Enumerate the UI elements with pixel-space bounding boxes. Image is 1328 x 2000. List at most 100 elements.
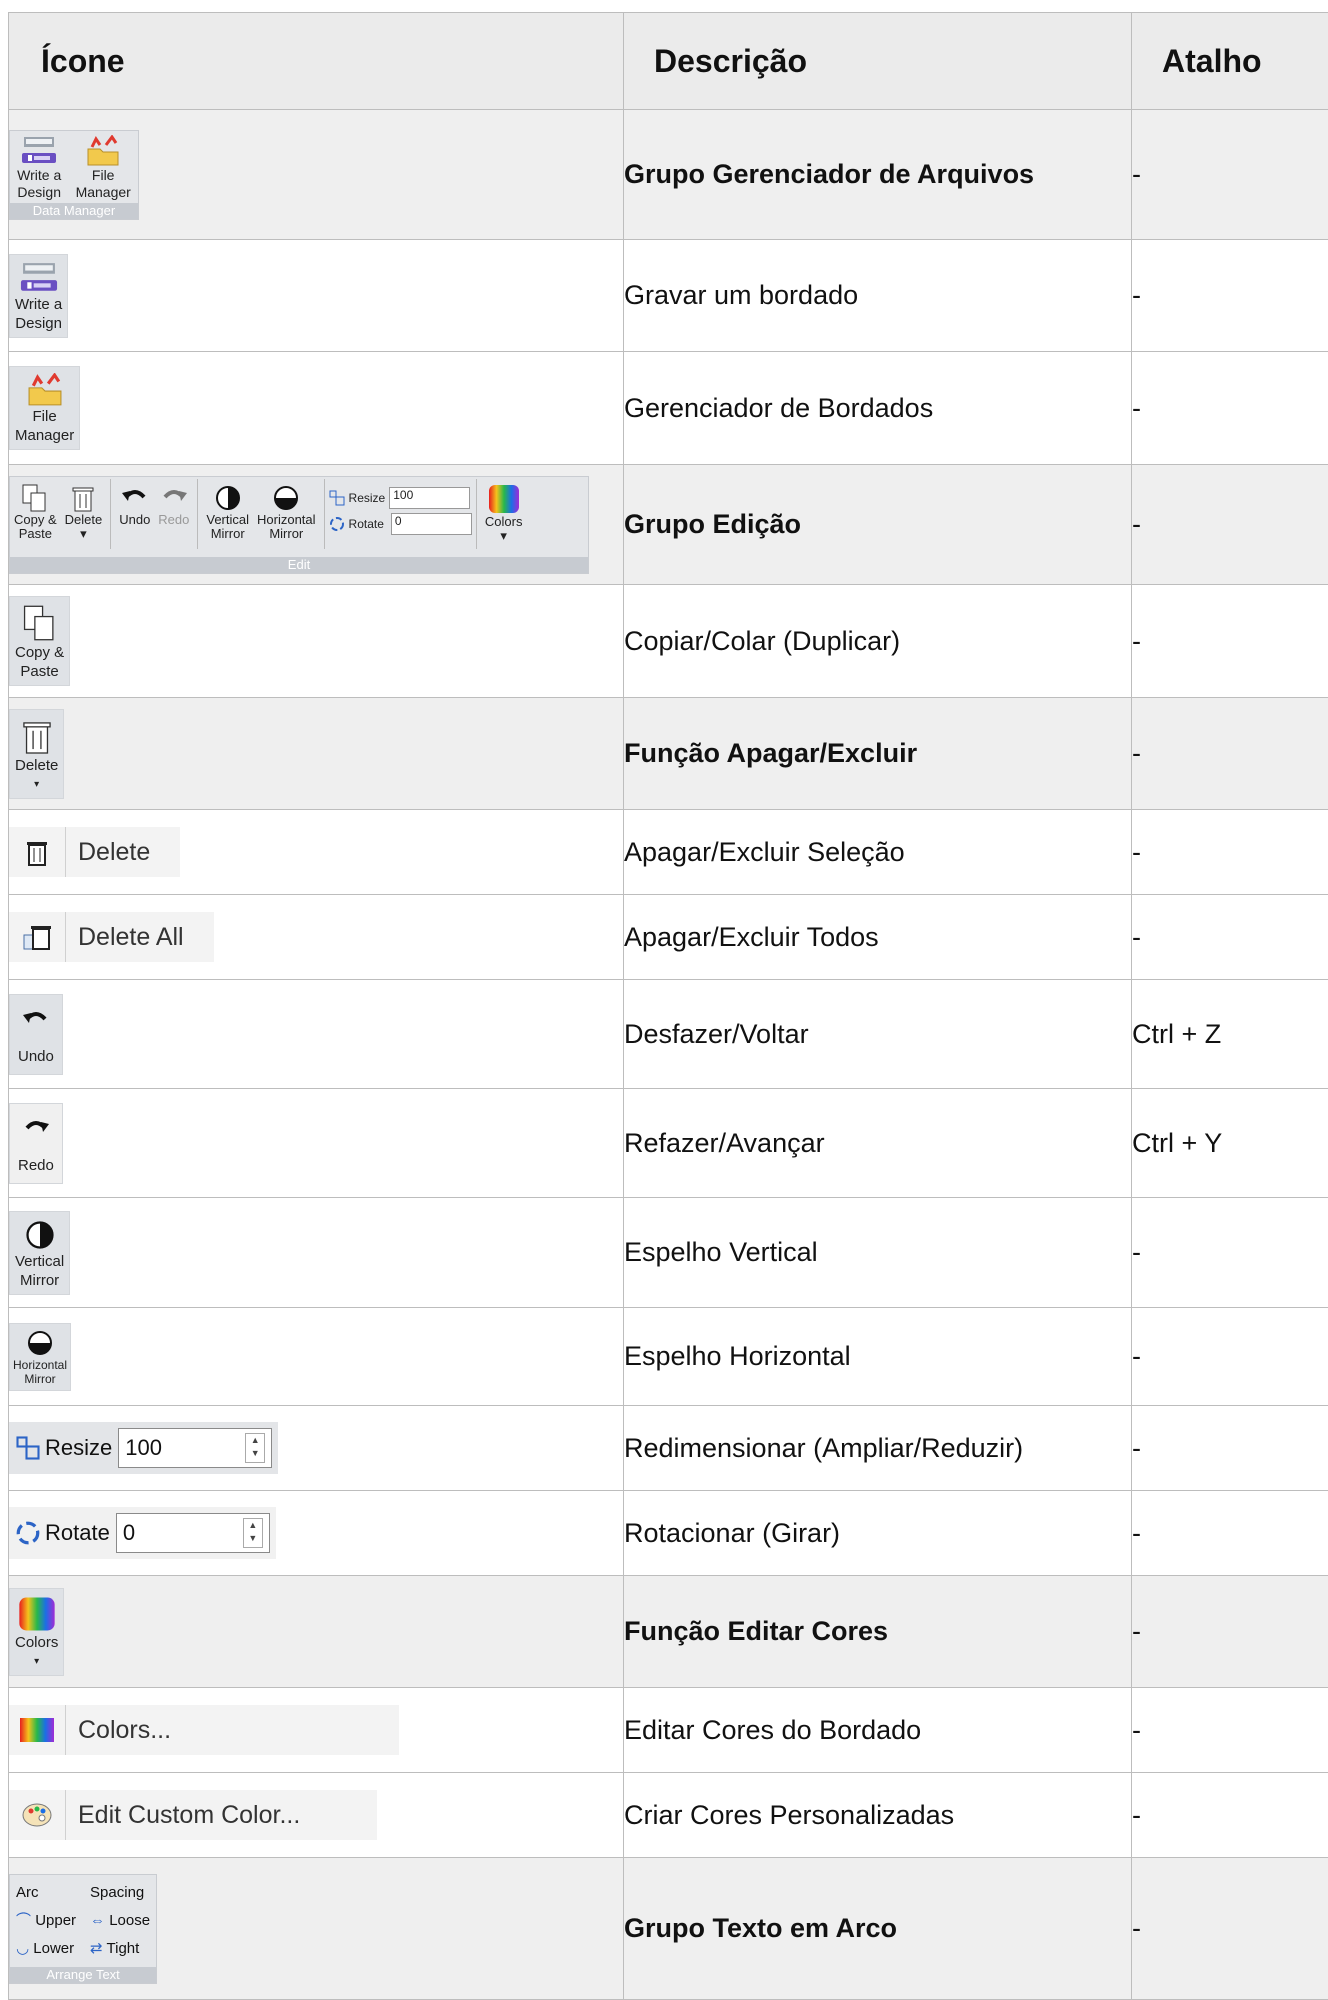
icon-cell: Arc ⌒ Upper ◡ Lower Spacing ⇔ Loose ⇄ Ti… [9, 1858, 624, 2000]
header-description: Descrição [624, 13, 1132, 110]
group-caption: Edit [10, 557, 588, 573]
shortcut-cell: - [1132, 698, 1328, 810]
colors-icon [20, 1718, 54, 1742]
rotate-input[interactable]: 0▲▼ [116, 1513, 270, 1553]
delete-button[interactable]: Delete▾ [9, 709, 64, 799]
resize-input[interactable]: 100 [389, 487, 470, 509]
vertical-mirror-button[interactable]: VerticalMirror [202, 479, 253, 543]
delete-menu-item[interactable]: Delete [9, 827, 180, 877]
shortcut-cell: - [1132, 1406, 1328, 1491]
table-row: Write aDesign FileManager Data Manager G… [9, 110, 1328, 240]
group-caption: Data Manager [10, 203, 138, 219]
description-cell: Desfazer/Voltar [624, 980, 1132, 1089]
description-cell: Apagar/Excluir Todos [624, 895, 1132, 980]
icon-cell: Rotate 0▲▼ [9, 1491, 624, 1576]
table-row: Colors... Editar Cores do Bordado - [9, 1688, 1328, 1773]
redo-button[interactable]: Redo [9, 1103, 63, 1184]
rotate-input[interactable]: 0 [391, 513, 472, 535]
table-row: Delete▾ Função Apagar/Excluir - [9, 698, 1328, 810]
shortcut-cell: - [1132, 1198, 1328, 1308]
redo-button[interactable]: Redo [154, 479, 193, 529]
icon-cell: VerticalMirror [9, 1198, 624, 1308]
icon-cell: Resize 100▲▼ [9, 1406, 624, 1491]
loose-button[interactable]: ⇔ Loose [90, 1907, 150, 1935]
tight-button[interactable]: ⇄ Tight [90, 1935, 150, 1963]
colors-button[interactable]: Colors▾ [9, 1588, 64, 1676]
resize-control[interactable]: Resize 100▲▼ [9, 1422, 278, 1474]
icon-cell: Colors... [9, 1688, 624, 1773]
icon-cell: Redo [9, 1089, 624, 1198]
horizontal-mirror-button[interactable]: HorizontalMirror [253, 479, 320, 543]
colors-menu-item[interactable]: Colors... [9, 1705, 399, 1755]
table-row: Arc ⌒ Upper ◡ Lower Spacing ⇔ Loose ⇄ Ti… [9, 1858, 1328, 2000]
shortcut-cell: - [1132, 810, 1328, 895]
table-row: FileManager Gerenciador de Bordados - [9, 352, 1328, 465]
spacing-label: Spacing [90, 1879, 150, 1907]
delete-all-menu-item[interactable]: Delete All [9, 912, 214, 962]
spacing-loose-icon: ⇔ [90, 1912, 105, 1929]
delete-button[interactable]: Delete▾ [61, 479, 107, 543]
write-a-design-button[interactable]: Write aDesign [9, 254, 68, 338]
table-header-row: Ícone Descrição Atalho [9, 13, 1328, 110]
colors-icon [487, 483, 521, 515]
icon-cell: Delete All [9, 895, 624, 980]
upper-button[interactable]: ⌒ Upper [16, 1907, 76, 1935]
copy-paste-button[interactable]: Copy &Paste [10, 479, 61, 543]
delete-all-icon [21, 921, 53, 953]
undo-button[interactable]: Undo [9, 994, 63, 1075]
folder-arrows-icon [24, 373, 66, 407]
table-row: HorizontalMirror Espelho Horizontal - [9, 1308, 1328, 1406]
colors-icon [17, 1595, 57, 1633]
colors-button[interactable]: Colors▾ [481, 479, 527, 545]
shortcut-cell: - [1132, 1773, 1328, 1858]
icon-cell: Colors▾ [9, 1576, 624, 1688]
table-row: Copy &Paste Copiar/Colar (Duplicar) - [9, 585, 1328, 698]
table-row: Rotate 0▲▼ Rotacionar (Girar) - [9, 1491, 1328, 1576]
shortcut-cell: - [1132, 110, 1328, 240]
header-icon: Ícone [9, 13, 624, 110]
rotate-control[interactable]: Rotate0 [329, 513, 472, 535]
shortcut-cell: - [1132, 1308, 1328, 1406]
trash-icon [70, 483, 96, 513]
header-shortcut: Atalho [1132, 13, 1328, 110]
vertical-mirror-icon [213, 483, 243, 513]
icon-cell: FileManager [9, 352, 624, 465]
vertical-mirror-button[interactable]: VerticalMirror [9, 1211, 70, 1295]
file-manager-button[interactable]: FileManager [9, 366, 80, 450]
resize-input[interactable]: 100▲▼ [118, 1428, 272, 1468]
undo-icon [20, 1005, 52, 1035]
resize-icon [15, 1436, 41, 1460]
spin-buttons[interactable]: ▲▼ [243, 1518, 263, 1548]
description-cell: Refazer/Avançar [624, 1089, 1132, 1198]
shortcut-cell: - [1132, 1491, 1328, 1576]
icon-cell: Write aDesign [9, 240, 624, 352]
write-design-icon [18, 261, 60, 295]
horizontal-mirror-button[interactable]: HorizontalMirror [9, 1323, 71, 1391]
description-cell: Grupo Gerenciador de Arquivos [624, 110, 1132, 240]
file-manager-button[interactable]: FileManager [72, 131, 135, 203]
icon-cell: Copy &Paste Delete▾ Undo [9, 465, 624, 585]
undo-button[interactable]: Undo [115, 479, 154, 529]
arc-upper-icon: ⌒ [16, 1912, 31, 1929]
description-cell: Função Apagar/Excluir [624, 698, 1132, 810]
vertical-mirror-icon [23, 1218, 57, 1252]
write-a-design-button[interactable]: Write aDesign [13, 131, 65, 203]
resize-control[interactable]: Resize100 [329, 487, 472, 509]
rotate-control[interactable]: Rotate 0▲▼ [9, 1507, 276, 1559]
edit-custom-color-menu-item[interactable]: Edit Custom Color... [9, 1790, 377, 1840]
table-row: Redo Refazer/Avançar Ctrl + Y [9, 1089, 1328, 1198]
horizontal-mirror-icon [25, 1328, 55, 1358]
table-row: Copy &Paste Delete▾ Undo [9, 465, 1328, 585]
undo-icon [120, 483, 150, 513]
spin-buttons[interactable]: ▲▼ [245, 1433, 265, 1463]
arc-lower-icon: ◡ [16, 1940, 29, 1957]
trash-icon [20, 716, 54, 756]
description-cell: Copiar/Colar (Duplicar) [624, 585, 1132, 698]
icon-cell: Write aDesign FileManager Data Manager [9, 110, 624, 240]
edit-group: Copy &Paste Delete▾ Undo [9, 476, 589, 574]
shortcut-cell: - [1132, 1688, 1328, 1773]
description-cell: Editar Cores do Bordado [624, 1688, 1132, 1773]
copy-paste-button[interactable]: Copy &Paste [9, 596, 70, 686]
lower-button[interactable]: ◡ Lower [16, 1935, 76, 1963]
redo-icon [159, 483, 189, 513]
